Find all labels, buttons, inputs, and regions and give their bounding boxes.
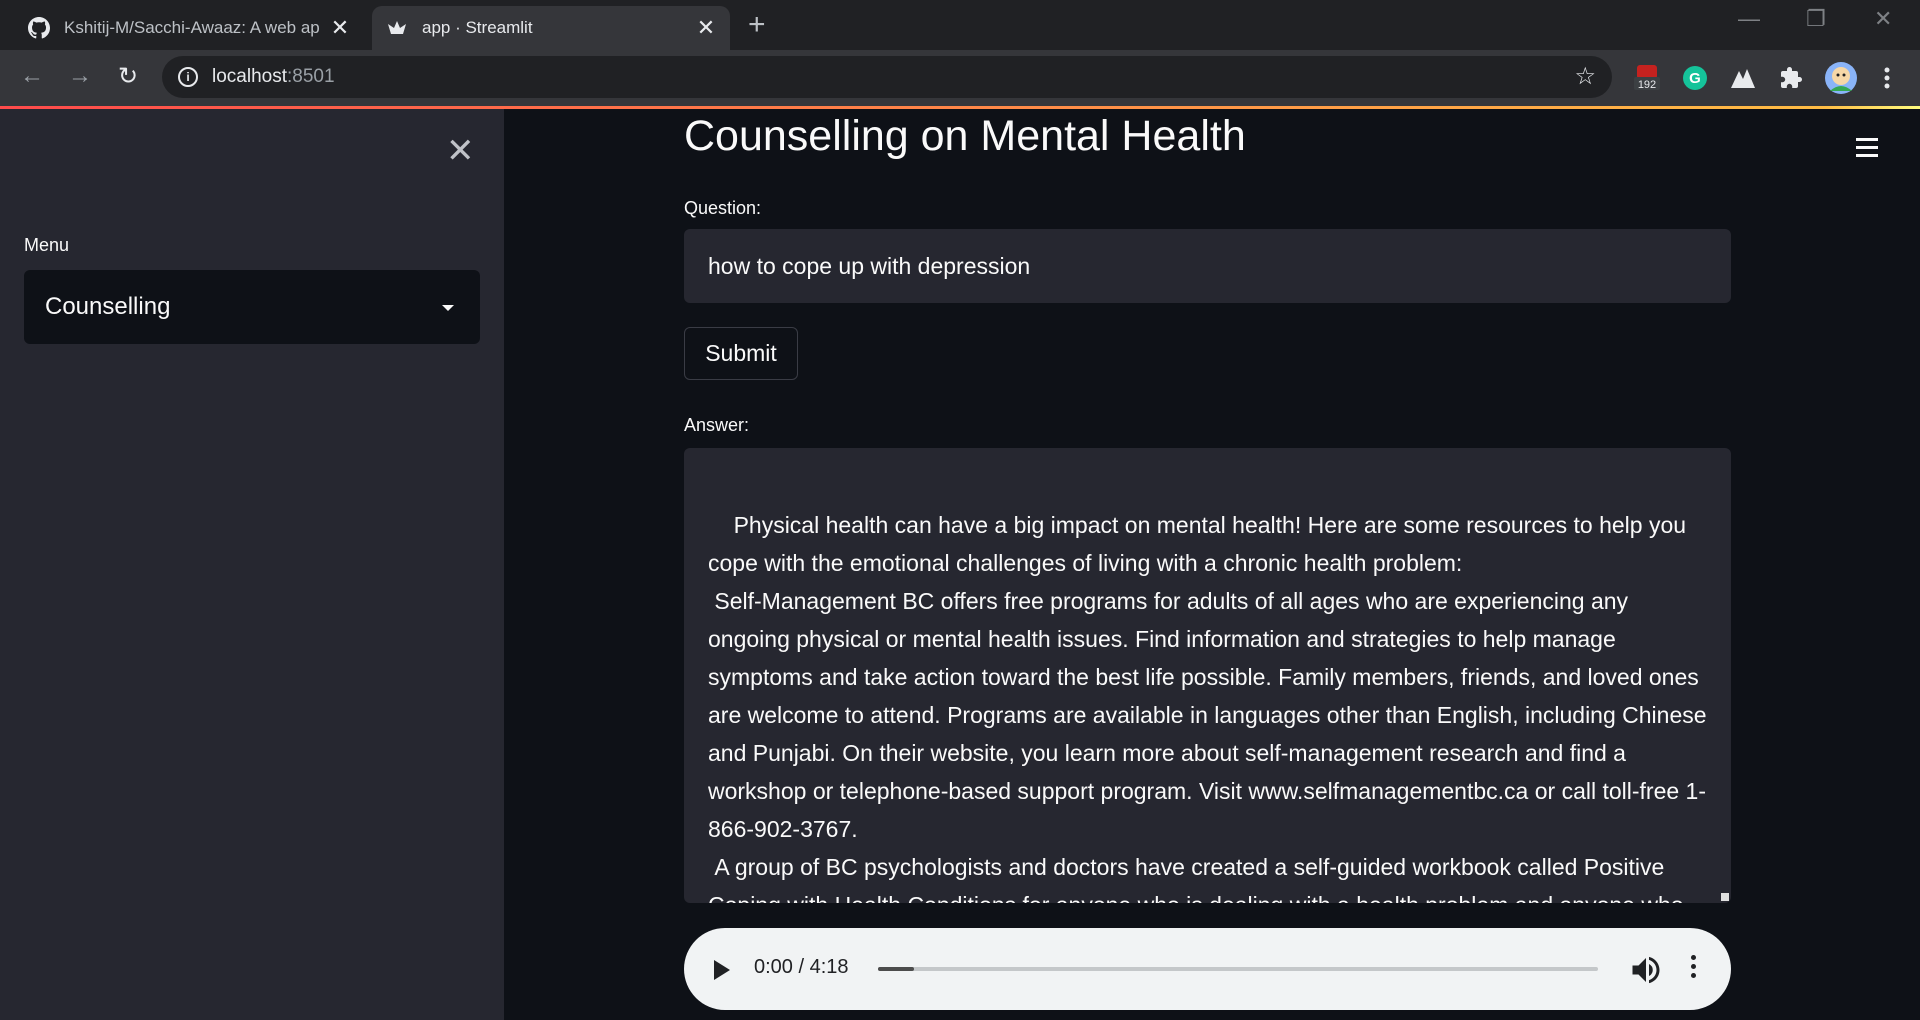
tab-streamlit[interactable]: app · Streamlit ✕ (372, 6, 730, 50)
extensions-puzzle-icon[interactable] (1776, 63, 1806, 93)
answer-textarea[interactable]: Physical health can have a big impact on… (684, 448, 1731, 903)
answer-text: Physical health can have a big impact on… (708, 512, 1707, 903)
page-title: Counselling on Mental Health (684, 112, 1246, 160)
adblock-extension-icon[interactable]: 192 (1632, 63, 1662, 93)
back-icon[interactable]: ← (16, 62, 48, 90)
audio-progress-fill (878, 967, 914, 971)
play-icon[interactable] (714, 960, 730, 980)
tab-title: app · Streamlit (422, 18, 533, 37)
forward-icon[interactable]: → (64, 62, 96, 90)
browser-tab-strip: Kshitij-M/Sacchi-Awaaz: A web ap ✕ app ·… (0, 0, 1920, 50)
main-content: Counselling on Mental Health Question: h… (504, 109, 1920, 1020)
mountain-extension-icon[interactable] (1728, 63, 1758, 93)
grammarly-icon[interactable]: G (1680, 63, 1710, 93)
new-tab-button[interactable]: + (748, 8, 766, 42)
question-input[interactable]: how to cope up with depression (684, 229, 1731, 303)
svg-text:G: G (1689, 70, 1701, 87)
volume-icon[interactable] (1628, 952, 1664, 988)
answer-label: Answer: (684, 415, 750, 435)
browser-menu-icon[interactable] (1872, 63, 1902, 93)
hamburger-menu-icon[interactable] (1856, 138, 1878, 158)
profile-avatar[interactable] (1824, 61, 1858, 95)
chevron-down-icon (442, 305, 454, 311)
menu-selected-value: Counselling (45, 293, 171, 320)
url-host: localhost (212, 66, 287, 87)
address-bar[interactable]: i localhost:8501 ☆ (162, 56, 1612, 98)
audio-time: 0:00 / 4:18 (754, 956, 849, 978)
submit-button[interactable]: Submit (684, 327, 798, 380)
menu-label: Menu (24, 235, 70, 255)
question-label: Question: (684, 198, 762, 218)
streamlit-icon (386, 17, 408, 39)
extension-badge: 192 (1638, 79, 1656, 91)
restore-icon[interactable]: ❐ (1806, 6, 1826, 32)
close-window-icon[interactable]: ✕ (1874, 6, 1892, 32)
bookmark-star-icon[interactable]: ☆ (1574, 62, 1596, 91)
url-port: :8501 (287, 66, 335, 87)
close-sidebar-icon[interactable]: ✕ (446, 131, 475, 171)
close-tab-icon[interactable]: ✕ (326, 15, 354, 41)
url-text: localhost:8501 (212, 66, 335, 88)
resize-handle-icon[interactable] (1721, 893, 1729, 901)
reload-icon[interactable]: ↻ (112, 62, 144, 91)
close-tab-icon[interactable]: ✕ (692, 15, 720, 41)
tab-title: Kshitij-M/Sacchi-Awaaz: A web ap (64, 18, 320, 37)
sidebar: ✕ Menu Counselling (0, 109, 504, 1020)
minimize-icon[interactable]: — (1738, 6, 1760, 32)
info-icon[interactable]: i (178, 67, 198, 87)
tab-github[interactable]: Kshitij-M/Sacchi-Awaaz: A web ap ✕ (14, 6, 364, 50)
audio-player: 0:00 / 4:18 (684, 928, 1731, 1010)
more-options-icon[interactable] (1687, 955, 1699, 985)
menu-select[interactable]: Counselling (24, 270, 480, 344)
github-icon (28, 17, 50, 39)
audio-progress-slider[interactable] (878, 967, 1598, 971)
browser-toolbar: ← → ↻ i localhost:8501 ☆ 192 G (0, 50, 1920, 106)
